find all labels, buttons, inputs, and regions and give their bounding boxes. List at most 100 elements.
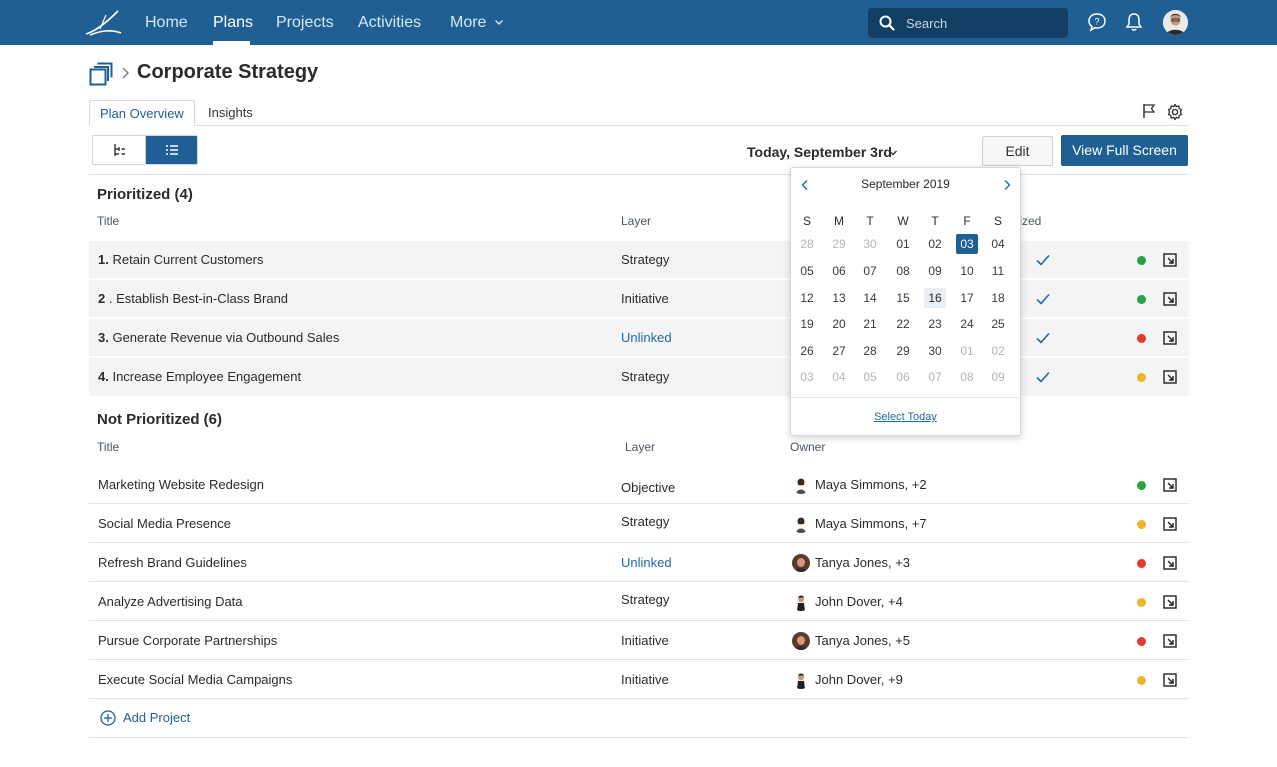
nav-projects[interactable]: Projects — [276, 0, 334, 45]
calendar-day[interactable]: 12 — [796, 288, 818, 308]
table-row[interactable]: 2 . Establish Best-in-Class Brand Initiat… — [89, 280, 1189, 318]
row-owner[interactable]: Tanya Jones, +3 — [815, 544, 910, 582]
open-detail-icon[interactable] — [1163, 634, 1177, 648]
calendar-day[interactable]: 03 — [796, 367, 818, 387]
calendar-day[interactable]: 13 — [828, 288, 850, 308]
row-owner[interactable]: Maya Simmons, +7 — [815, 505, 927, 543]
open-detail-icon[interactable] — [1163, 370, 1177, 384]
calendar-day[interactable]: 27 — [828, 341, 850, 361]
app-logo-icon[interactable] — [84, 9, 122, 37]
settings-gear-icon[interactable] — [1166, 103, 1184, 121]
calendar-day[interactable]: 10 — [956, 261, 978, 281]
row-layer[interactable]: Unlinked — [621, 544, 672, 582]
calendar-day[interactable]: 16 — [924, 288, 946, 308]
row-owner[interactable]: Maya Simmons, +2 — [815, 466, 927, 504]
calendar-day[interactable]: 18 — [987, 288, 1009, 308]
row-owner[interactable]: John Dover, +9 — [815, 661, 903, 699]
calendar-day[interactable]: 02 — [924, 234, 946, 254]
checkmark-icon[interactable] — [1035, 252, 1051, 268]
tab-plan-overview[interactable]: Plan Overview — [89, 100, 195, 126]
calendar-day[interactable]: 04 — [987, 234, 1009, 254]
list-view-button[interactable] — [146, 136, 197, 164]
nav-home[interactable]: Home — [145, 0, 188, 45]
calendar-day[interactable]: 19 — [796, 314, 818, 334]
calendar-day[interactable]: 22 — [892, 314, 914, 334]
calendar-day[interactable]: 23 — [924, 314, 946, 334]
calendar-day-selected[interactable]: 03 — [956, 234, 978, 254]
table-row[interactable]: 3. Generate Revenue via Outbound Sales Un… — [89, 319, 1189, 357]
calendar-day[interactable]: 08 — [956, 367, 978, 387]
row-title[interactable]: 3. Generate Revenue via Outbound Sales — [98, 319, 339, 357]
calendar-day[interactable]: 09 — [924, 261, 946, 281]
row-title[interactable]: Execute Social Media Campaigns — [98, 661, 292, 699]
column-header-title[interactable]: Title — [97, 214, 119, 228]
row-layer[interactable]: Unlinked — [621, 319, 672, 357]
column-header-owner[interactable]: Owner — [790, 440, 825, 454]
calendar-day[interactable]: 30 — [924, 341, 946, 361]
bell-icon[interactable] — [1125, 12, 1143, 32]
search-box[interactable] — [868, 8, 1068, 38]
row-title[interactable]: Pursue Corporate Partnerships — [98, 622, 277, 660]
table-row[interactable]: 4. Increase Employee Engagement Strategy — [89, 358, 1189, 396]
column-header-layer[interactable]: Layer — [625, 440, 655, 454]
calendar-day[interactable]: 04 — [828, 367, 850, 387]
row-title[interactable]: Refresh Brand Guidelines — [98, 544, 247, 582]
edit-button[interactable]: Edit — [982, 136, 1053, 166]
table-row[interactable]: 1. Retain Current Customers Strategy — [89, 241, 1189, 279]
calendar-day[interactable]: 17 — [956, 288, 978, 308]
calendar-day[interactable]: 25 — [987, 314, 1009, 334]
table-row[interactable]: Marketing Website Redesign Objective Maya … — [89, 466, 1189, 504]
open-detail-icon[interactable] — [1163, 556, 1177, 570]
view-full-screen-button[interactable]: View Full Screen — [1061, 135, 1188, 166]
nav-more[interactable]: More — [450, 0, 504, 45]
calendar-day[interactable]: 01 — [956, 341, 978, 361]
open-detail-icon[interactable] — [1163, 292, 1177, 306]
table-row[interactable]: Execute Social Media Campaigns Initiative… — [89, 661, 1189, 699]
date-picker-label[interactable]: Today, September 3rd — [747, 144, 892, 160]
calendar-day[interactable]: 28 — [859, 341, 881, 361]
flag-icon[interactable] — [1141, 103, 1157, 119]
row-title[interactable]: Marketing Website Redesign — [98, 466, 264, 504]
calendar-day[interactable]: 06 — [892, 367, 914, 387]
calendar-day[interactable]: 29 — [892, 341, 914, 361]
nav-plans[interactable]: Plans — [213, 0, 253, 45]
select-today-link[interactable]: Select Today — [791, 411, 1020, 423]
calendar-day[interactable]: 30 — [859, 234, 881, 254]
calendar-day[interactable]: 06 — [828, 261, 850, 281]
calendar-day[interactable]: 07 — [924, 367, 946, 387]
row-owner[interactable]: John Dover, +4 — [815, 583, 903, 621]
column-header-title[interactable]: Title — [97, 440, 119, 454]
calendar-day[interactable]: 29 — [828, 234, 850, 254]
calendar-day[interactable]: 05 — [859, 367, 881, 387]
calendar-day[interactable]: 02 — [987, 341, 1009, 361]
column-header-layer[interactable]: Layer — [621, 214, 651, 228]
tab-insights[interactable]: Insights — [198, 100, 263, 126]
open-detail-icon[interactable] — [1163, 331, 1177, 345]
calendar-day[interactable]: 26 — [796, 341, 818, 361]
calendar-day[interactable]: 14 — [859, 288, 881, 308]
search-input[interactable] — [906, 8, 1056, 38]
chevron-down-icon[interactable] — [888, 148, 898, 158]
row-owner[interactable]: Tanya Jones, +5 — [815, 622, 910, 660]
calendar-next-month-icon[interactable] — [1001, 179, 1013, 191]
row-title[interactable]: 1. Retain Current Customers — [98, 241, 263, 279]
help-chat-icon[interactable]: ? — [1087, 12, 1107, 32]
checkmark-icon[interactable] — [1035, 330, 1051, 346]
row-title[interactable]: Social Media Presence — [98, 505, 231, 543]
row-title[interactable]: Analyze Advertising Data — [98, 583, 243, 621]
open-detail-icon[interactable] — [1163, 673, 1177, 687]
table-row[interactable]: Refresh Brand Guidelines Unlinked Tanya Jo… — [89, 544, 1189, 582]
checkmark-icon[interactable] — [1035, 369, 1051, 385]
calendar-day[interactable]: 11 — [987, 261, 1009, 281]
calendar-day[interactable]: 21 — [859, 314, 881, 334]
open-detail-icon[interactable] — [1163, 253, 1177, 267]
table-row[interactable]: Social Media Presence Strategy Maya Simmon… — [89, 505, 1189, 543]
calendar-day[interactable]: 15 — [892, 288, 914, 308]
open-detail-icon[interactable] — [1163, 595, 1177, 609]
calendar-day[interactable]: 28 — [796, 234, 818, 254]
checkmark-icon[interactable] — [1035, 291, 1051, 307]
calendar-day[interactable]: 07 — [859, 261, 881, 281]
user-avatar[interactable] — [1163, 10, 1188, 35]
tree-view-button[interactable] — [93, 136, 146, 164]
row-title[interactable]: 4. Increase Employee Engagement — [98, 358, 301, 396]
